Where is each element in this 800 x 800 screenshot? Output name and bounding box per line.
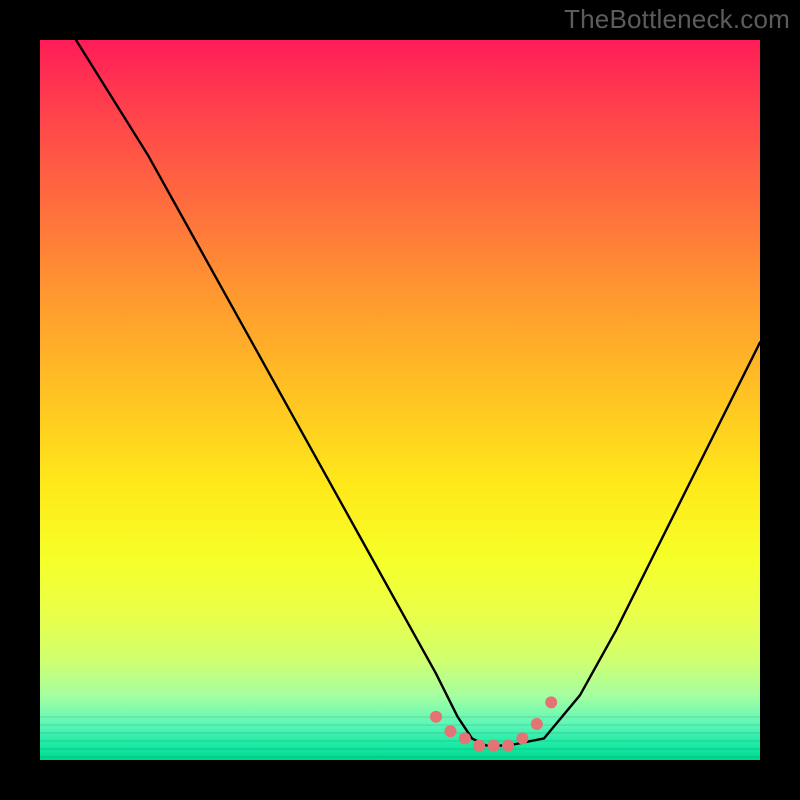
highlight-marker xyxy=(430,711,442,723)
highlight-marker xyxy=(488,740,500,752)
highlight-marker xyxy=(545,696,557,708)
bottleneck-curve xyxy=(76,40,760,746)
highlight-marker xyxy=(516,732,528,744)
highlight-markers xyxy=(430,696,557,751)
highlight-marker xyxy=(444,725,456,737)
chart-svg xyxy=(40,40,760,760)
watermark-text: TheBottleneck.com xyxy=(564,4,790,35)
chart-frame: TheBottleneck.com xyxy=(0,0,800,800)
plot-area xyxy=(40,40,760,760)
highlight-marker xyxy=(473,740,485,752)
highlight-marker xyxy=(459,732,471,744)
highlight-marker xyxy=(502,740,514,752)
highlight-marker xyxy=(531,718,543,730)
